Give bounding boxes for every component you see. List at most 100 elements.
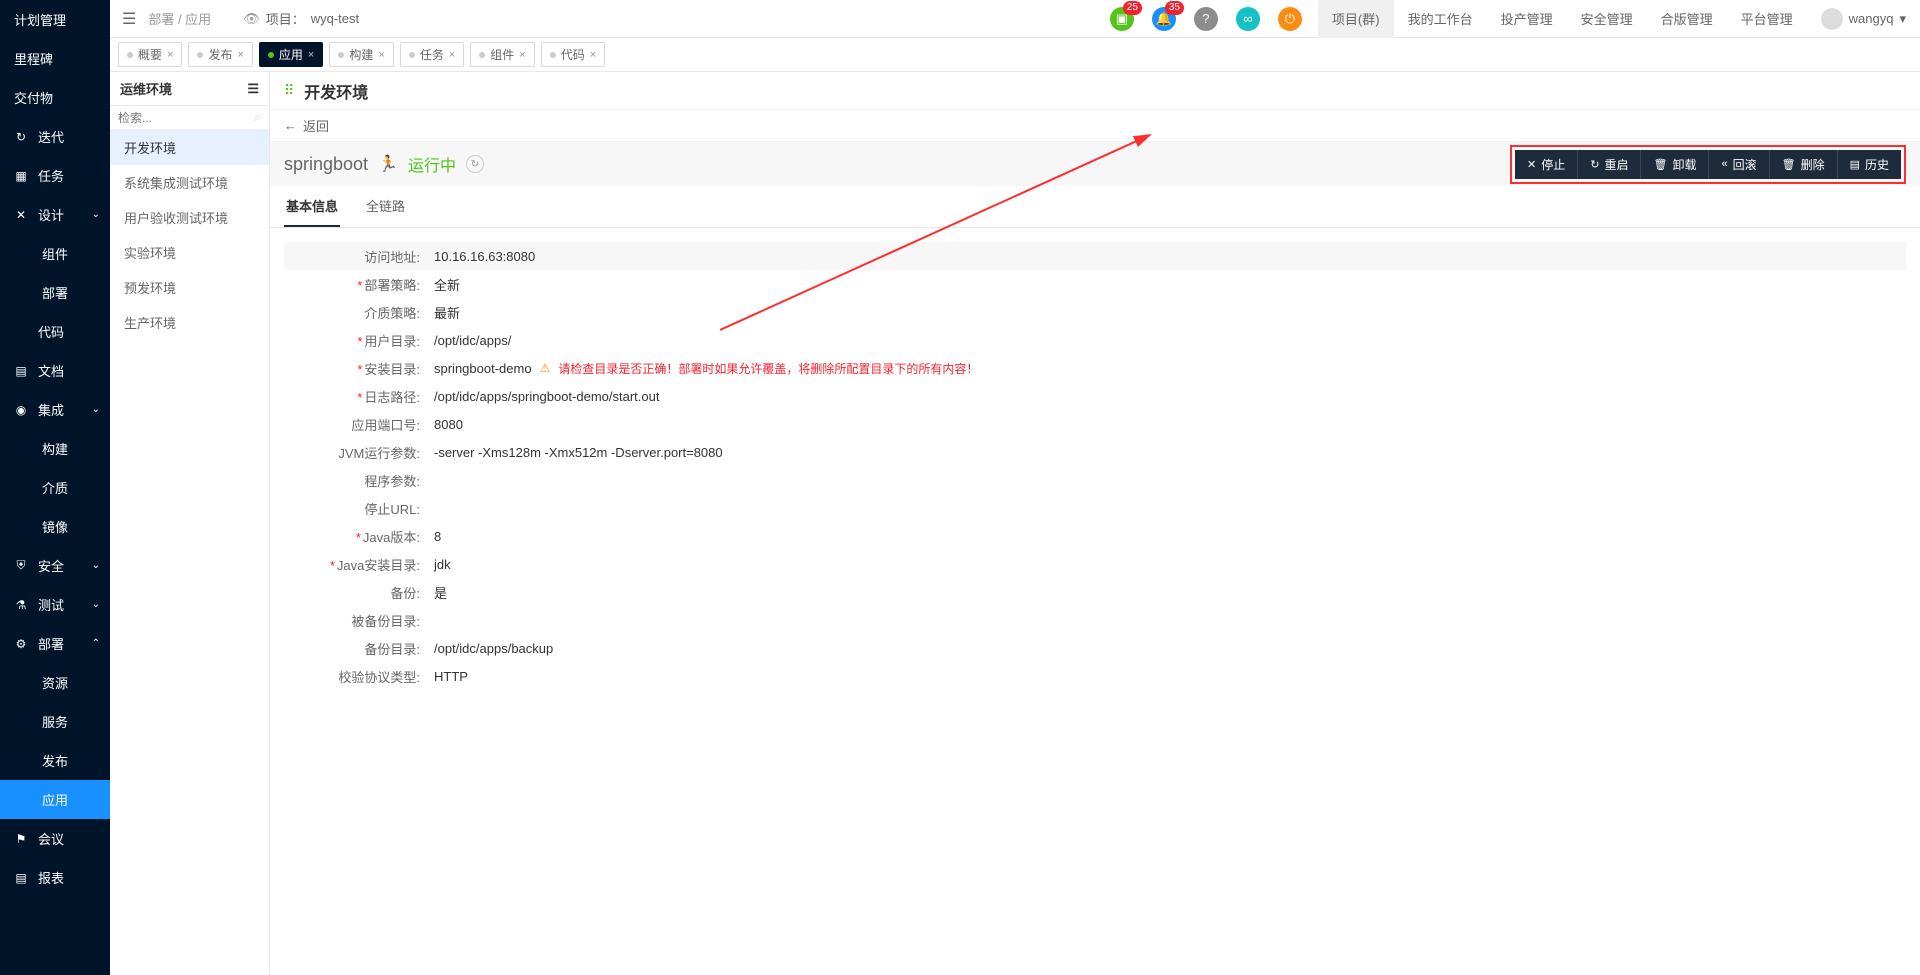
topbar-icons: ▣25 🔔35 ? ∞ ⏻: [1094, 7, 1318, 31]
topnav-item-0[interactable]: 项目(群): [1318, 0, 1394, 38]
project-info[interactable]: 👁 项目： wyq-test: [243, 9, 359, 28]
action-btn-删除[interactable]: 🗑删除: [1770, 150, 1838, 179]
running-icon: 🏃: [378, 154, 398, 174]
close-icon[interactable]: ×: [590, 49, 596, 61]
topnav-item-5[interactable]: 平台管理: [1727, 0, 1807, 38]
username: wangyq: [1849, 11, 1894, 26]
action-label: 停止: [1541, 156, 1565, 173]
power-icon[interactable]: ⏻: [1278, 7, 1302, 31]
env-item-3[interactable]: 实验环境: [110, 235, 269, 270]
sidebar-item-15[interactable]: ⚗测试⌄: [0, 585, 110, 624]
close-icon[interactable]: ×: [378, 49, 384, 61]
user-menu[interactable]: wangyq ▾: [1807, 8, 1920, 30]
action-btn-停止[interactable]: ✕停止: [1515, 150, 1578, 179]
notify-green-icon[interactable]: ▣25: [1110, 7, 1134, 31]
topnav-item-3[interactable]: 安全管理: [1567, 0, 1647, 38]
detail-row-12: 备份:是: [284, 578, 1906, 606]
env-search-input[interactable]: [118, 111, 254, 125]
env-item-4[interactable]: 预发环境: [110, 270, 269, 305]
sidebar-item-10[interactable]: ◉集成⌄: [0, 390, 110, 429]
sidebar-item-19[interactable]: 发布: [0, 741, 110, 780]
sidebar-item-7[interactable]: 部署: [0, 273, 110, 312]
action-btn-卸载[interactable]: 🗑卸载: [1641, 150, 1709, 179]
close-icon[interactable]: ×: [308, 49, 314, 61]
sidebar-label: 报表: [38, 868, 64, 887]
sidebar-label: 应用: [42, 790, 68, 809]
tab-3[interactable]: 构建×: [329, 42, 393, 67]
sidebar-item-3[interactable]: ↻迭代: [0, 117, 110, 156]
chevron-icon: ⌄: [92, 209, 100, 220]
env-item-1[interactable]: 系统集成测试环境: [110, 165, 269, 200]
sidebar-icon: ✕: [14, 208, 28, 222]
detail-label: *安装目录:: [284, 359, 434, 378]
sidebar-item-17[interactable]: 资源: [0, 663, 110, 702]
sidebar-item-9[interactable]: ▤文档: [0, 351, 110, 390]
content-title: 开发环境: [304, 79, 368, 103]
help-icon[interactable]: ?: [1194, 7, 1218, 31]
refresh-icon[interactable]: ↻: [466, 155, 484, 173]
hamburger-icon[interactable]: ☰: [122, 9, 136, 29]
env-list: 开发环境系统集成测试环境用户验收测试环境实验环境预发环境生产环境: [110, 130, 269, 975]
sidebar-item-2[interactable]: 交付物: [0, 78, 110, 117]
detail-value: 全新: [434, 275, 460, 294]
detail-row-15: 校验协议类型:HTTP: [284, 662, 1906, 690]
tab-dot-icon: [197, 52, 203, 58]
action-btn-回滚[interactable]: «回滚: [1709, 150, 1769, 179]
sidebar-icon: ▤: [14, 364, 28, 378]
sidebar-item-6[interactable]: 组件: [0, 234, 110, 273]
detail-label: 应用端口号:: [284, 415, 434, 434]
chevron-icon: ⌄: [92, 560, 100, 571]
sidebar-item-20[interactable]: 应用: [0, 780, 110, 819]
sidebar-item-0[interactable]: 计划管理: [0, 0, 110, 39]
action-btn-重启[interactable]: ↻重启: [1578, 150, 1641, 179]
sidebar-item-13[interactable]: 镜像: [0, 507, 110, 546]
sub-tab-0[interactable]: 基本信息: [284, 186, 340, 227]
sidebar-item-22[interactable]: ▤报表: [0, 858, 110, 897]
sidebar-label: 代码: [38, 322, 64, 341]
sidebar-label: 部署: [38, 634, 64, 653]
menu-icon[interactable]: ☰: [247, 81, 259, 97]
back-label: 返回: [303, 116, 329, 135]
sidebar-item-8[interactable]: 代码: [0, 312, 110, 351]
left-sidebar: 计划管理里程碑交付物↻迭代▦任务✕设计⌄组件部署代码▤文档◉集成⌄构建介质镜像⛨…: [0, 0, 110, 975]
tab-0[interactable]: 概要×: [118, 42, 182, 67]
detail-row-14: 备份目录:/opt/idc/apps/backup: [284, 634, 1906, 662]
env-item-0[interactable]: 开发环境: [110, 130, 269, 165]
tab-5[interactable]: 组件×: [470, 42, 534, 67]
link-icon[interactable]: ∞: [1236, 7, 1260, 31]
tab-4[interactable]: 任务×: [400, 42, 464, 67]
close-icon[interactable]: ×: [167, 49, 173, 61]
tab-2[interactable]: 应用×: [259, 42, 323, 67]
sidebar-item-18[interactable]: 服务: [0, 702, 110, 741]
sidebar-item-1[interactable]: 里程碑: [0, 39, 110, 78]
notify-bell-icon[interactable]: 🔔35: [1152, 7, 1176, 31]
close-icon[interactable]: ×: [237, 49, 243, 61]
sidebar-item-5[interactable]: ✕设计⌄: [0, 195, 110, 234]
detail-row-11: *Java安装目录:jdk: [284, 550, 1906, 578]
sidebar-item-11[interactable]: 构建: [0, 429, 110, 468]
close-icon[interactable]: ×: [519, 49, 525, 61]
topnav-item-2[interactable]: 投产管理: [1487, 0, 1567, 38]
action-label: 删除: [1801, 156, 1825, 173]
action-label: 重启: [1604, 156, 1628, 173]
action-btn-历史[interactable]: ▤历史: [1838, 150, 1901, 179]
back-button[interactable]: ← 返回: [270, 110, 1920, 142]
topnav-item-1[interactable]: 我的工作台: [1394, 0, 1487, 38]
detail-value: jdk: [434, 557, 451, 572]
detail-label: *Java安装目录:: [284, 555, 434, 574]
topnav-item-4[interactable]: 合版管理: [1647, 0, 1727, 38]
tab-6[interactable]: 代码×: [541, 42, 605, 67]
env-item-5[interactable]: 生产环境: [110, 305, 269, 340]
sidebar-item-4[interactable]: ▦任务: [0, 156, 110, 195]
project-name: wyq-test: [311, 11, 359, 26]
close-icon[interactable]: ×: [449, 49, 455, 61]
tab-1[interactable]: 发布×: [188, 42, 252, 67]
sidebar-item-21[interactable]: ⚑会议: [0, 819, 110, 858]
env-item-2[interactable]: 用户验收测试环境: [110, 200, 269, 235]
detail-row-7: JVM运行参数:-server -Xms128m -Xmx512m -Dserv…: [284, 438, 1906, 466]
sidebar-item-14[interactable]: ⛨安全⌄: [0, 546, 110, 585]
sidebar-item-12[interactable]: 介质: [0, 468, 110, 507]
sidebar-item-16[interactable]: ⚙部署⌃: [0, 624, 110, 663]
content-header: ⠿ 开发环境: [270, 72, 1920, 110]
sub-tab-1[interactable]: 全链路: [364, 186, 407, 227]
